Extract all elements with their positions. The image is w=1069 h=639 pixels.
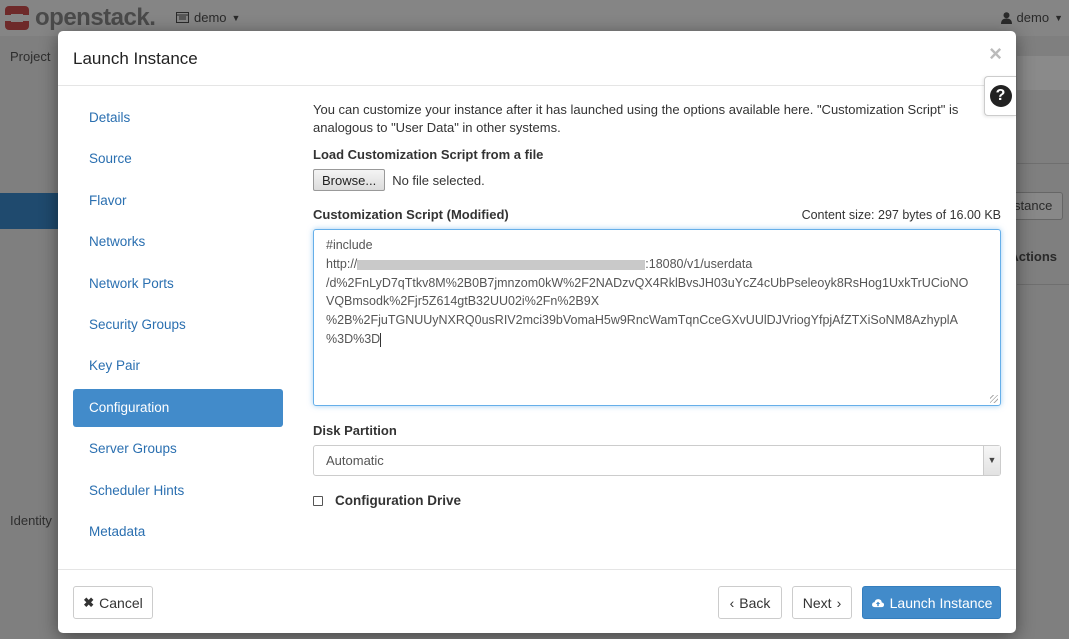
script-line: %3D%3D <box>326 331 382 347</box>
user-menu-label: demo <box>1016 10 1050 25</box>
close-icon: ✖ <box>83 594 95 610</box>
cancel-button[interactable]: ✖ Cancel <box>73 586 153 619</box>
sidebar-active-item[interactable] <box>0 193 58 229</box>
modal-title: Launch Instance <box>73 49 198 68</box>
sidebar-item-identity[interactable]: Identity <box>10 513 52 528</box>
project-icon <box>176 12 189 23</box>
nav-item-key-pair[interactable]: Key Pair <box>73 347 283 385</box>
nav-item-scheduler-hints[interactable]: Scheduler Hints <box>73 472 283 510</box>
config-drive-checkbox[interactable] <box>313 495 323 506</box>
close-icon[interactable]: × <box>989 43 1002 65</box>
chevron-right-icon: › <box>836 594 842 611</box>
user-icon <box>1000 11 1012 24</box>
chevron-down-icon: ▼ <box>983 446 1000 475</box>
nav-item-flavor[interactable]: Flavor <box>73 182 283 220</box>
nav-item-network-ports[interactable]: Network Ports <box>73 265 283 303</box>
content-size: Content size: 297 bytes of 16.00 KB <box>801 207 1001 222</box>
file-input: Browse... No file selected. <box>313 169 1001 191</box>
browse-button[interactable]: Browse... <box>313 169 386 191</box>
customization-script-textarea[interactable]: #include http://:18080/v1/userdata /d%2F… <box>313 229 1001 406</box>
config-drive-label[interactable]: Configuration Drive <box>335 493 461 508</box>
text-cursor <box>380 332 382 347</box>
disk-partition-select[interactable]: Automatic ▼ <box>313 445 1001 476</box>
sidebar-item-project[interactable]: Project <box>10 49 50 64</box>
nav-item-networks[interactable]: Networks <box>73 223 283 261</box>
modal-footer: ✖ Cancel ‹ Back Next › Launch Instance <box>58 569 1016 633</box>
divider <box>1017 284 1069 285</box>
script-line: #include <box>326 238 373 252</box>
wizard-nav: Details Source Flavor Networks Network P… <box>73 99 283 554</box>
openstack-logo-icon <box>5 6 29 30</box>
disk-partition-label: Disk Partition <box>313 423 397 438</box>
intro-text: You can customize your instance after it… <box>313 102 959 135</box>
nav-item-configuration[interactable]: Configuration <box>73 388 283 427</box>
configuration-panel: You can customize your instance after it… <box>313 101 1001 508</box>
launch-instance-modal: Launch Instance × ? Details Source Flavo… <box>58 31 1016 633</box>
nav-item-details[interactable]: Details <box>73 99 283 137</box>
launch-instance-button[interactable]: Launch Instance <box>862 586 1001 619</box>
file-status: No file selected. <box>392 172 485 188</box>
nav-item-security-groups[interactable]: Security Groups <box>73 306 283 344</box>
script-header: Customization Script (Modified) Content … <box>313 207 1001 222</box>
nav-item-source[interactable]: Source <box>73 140 283 178</box>
divider <box>1017 163 1069 164</box>
next-button[interactable]: Next › <box>792 586 852 619</box>
back-button[interactable]: ‹ Back <box>718 586 782 619</box>
project-selector[interactable]: demo ▼ <box>176 10 240 25</box>
script-line: /d%2FnLyD7qTtkv8M%2B0B7jmnzom0kW%2F2NADz… <box>326 275 969 290</box>
bg-header-stripe <box>1017 56 1069 90</box>
logo-text: openstack. <box>35 4 156 31</box>
script-line: http://:18080/v1/userdata <box>326 256 753 271</box>
project-selector-label: demo <box>194 10 227 25</box>
nav-item-server-groups[interactable]: Server Groups <box>73 430 283 468</box>
bg-actions-header: Actions <box>1009 249 1057 264</box>
openstack-logo[interactable]: openstack. <box>4 4 156 31</box>
modal-header: Launch Instance × <box>58 31 1016 86</box>
resize-handle-icon[interactable] <box>990 395 998 403</box>
nav-item-metadata[interactable]: Metadata <box>73 513 283 551</box>
redacted-host <box>357 259 646 270</box>
script-label: Customization Script (Modified) <box>313 207 509 222</box>
disk-partition-value: Automatic <box>326 453 384 468</box>
script-line: %2B%2FjuTGNUUyNXRQ0usRIV2mci39bVomaH5w9R… <box>326 313 958 328</box>
load-script-label: Load Customization Script from a file <box>313 147 544 162</box>
chevron-down-icon: ▼ <box>1054 12 1063 23</box>
cloud-upload-icon <box>871 598 884 607</box>
config-drive-row: Configuration Drive <box>313 493 1001 508</box>
chevron-down-icon: ▼ <box>231 12 241 23</box>
script-line: VQBmsodk%2Fjr5Z614gtB32UU02i%2Fn%2B9X <box>326 294 600 309</box>
chevron-left-icon: ‹ <box>729 594 735 611</box>
user-menu[interactable]: demo ▼ <box>1000 10 1063 25</box>
